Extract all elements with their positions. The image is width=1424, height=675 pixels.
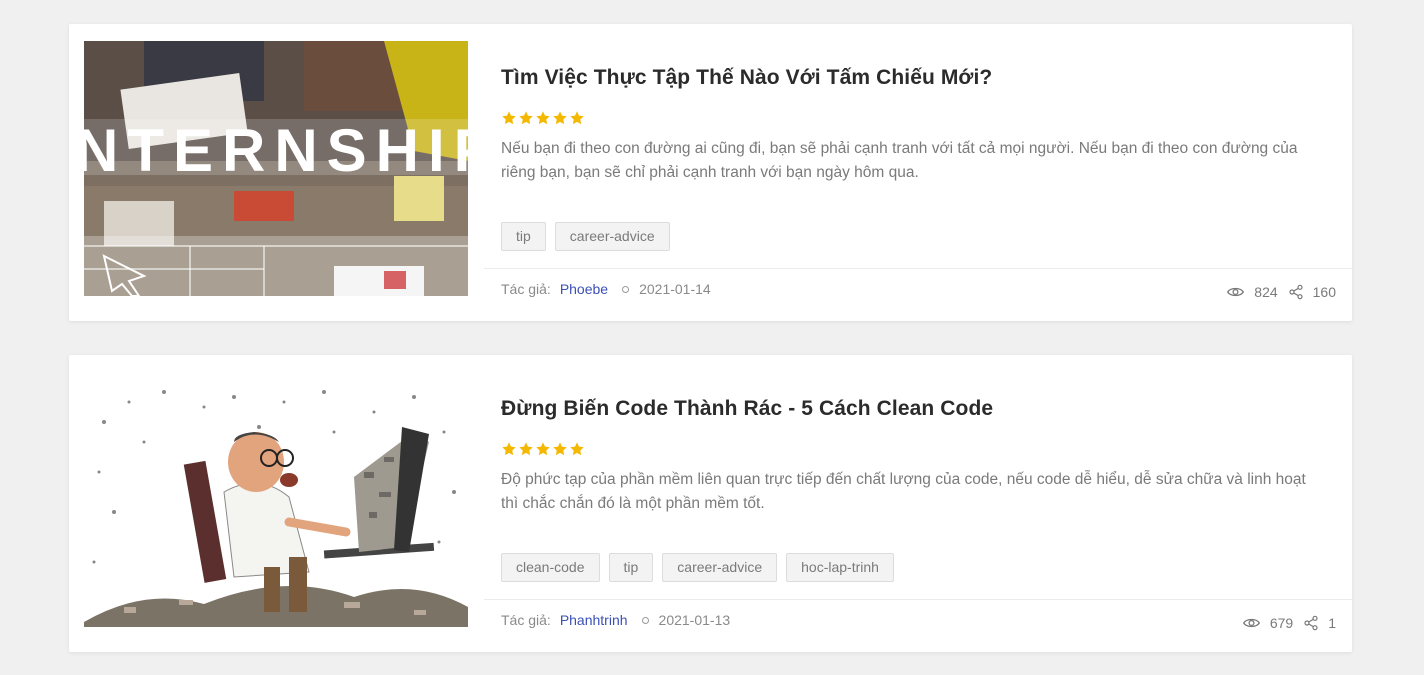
tag-career-advice[interactable]: career-advice bbox=[554, 222, 670, 251]
star-icon bbox=[519, 111, 533, 125]
post-stats: 679 1 bbox=[1242, 615, 1336, 631]
post-card: INTERNSHIP Tìm Việc Thực Tập Thế Nào Với… bbox=[69, 24, 1352, 321]
post-thumbnail-internship[interactable]: INTERNSHIP bbox=[84, 41, 468, 296]
star-icon bbox=[570, 442, 584, 456]
divider bbox=[484, 268, 1352, 269]
tag-tip[interactable]: tip bbox=[501, 222, 546, 251]
view-count: 679 bbox=[1269, 615, 1294, 631]
internship-image: INTERNSHIP bbox=[84, 41, 468, 296]
star-icon bbox=[536, 442, 550, 456]
star-icon bbox=[519, 442, 533, 456]
share-icon[interactable] bbox=[1288, 284, 1304, 300]
star-icon bbox=[553, 111, 567, 125]
post-body: Đừng Biến Code Thành Rác - 5 Cách Clean … bbox=[484, 355, 1352, 652]
tag-clean-code[interactable]: clean-code bbox=[501, 553, 600, 582]
author-label: Tác giả: bbox=[501, 612, 551, 628]
eye-icon bbox=[1242, 618, 1260, 628]
tag-tip[interactable]: tip bbox=[608, 553, 654, 582]
post-title[interactable]: Đừng Biến Code Thành Rác - 5 Cách Clean … bbox=[501, 397, 993, 421]
post-stats: 824 160 bbox=[1227, 284, 1336, 300]
tag-hoc-lap-trinh[interactable]: hoc-lap-trinh bbox=[786, 553, 894, 582]
star-icon bbox=[502, 111, 516, 125]
tag-list: clean-code tip career-advice hoc-lap-tri… bbox=[501, 553, 894, 582]
rating-stars bbox=[501, 441, 585, 457]
programmer-illustration bbox=[84, 372, 468, 627]
author-link[interactable]: Phoebe bbox=[560, 281, 608, 297]
star-icon bbox=[502, 442, 516, 456]
post-excerpt: Nếu bạn đi theo con đường ai cũng đi, bạ… bbox=[501, 140, 1298, 181]
author-link[interactable]: Phanhtrinh bbox=[560, 612, 628, 628]
view-count: 824 bbox=[1254, 284, 1278, 300]
post-meta: Tác giả: Phanhtrinh 2021-01-13 bbox=[501, 612, 730, 628]
share-count: 160 bbox=[1312, 284, 1336, 300]
separator-dot bbox=[622, 285, 630, 293]
post-body: Tìm Việc Thực Tập Thế Nào Với Tấm Chiếu … bbox=[484, 24, 1352, 321]
post-thumbnail-clean-code[interactable] bbox=[84, 372, 468, 627]
post-date: 2021-01-14 bbox=[639, 281, 711, 297]
tag-list: tip career-advice bbox=[501, 222, 670, 251]
share-count: 1 bbox=[1328, 615, 1336, 631]
post-date: 2021-01-13 bbox=[658, 612, 731, 628]
tag-career-advice[interactable]: career-advice bbox=[662, 553, 778, 582]
author-label: Tác giả: bbox=[501, 281, 551, 297]
share-icon[interactable] bbox=[1303, 615, 1319, 631]
rating-stars bbox=[501, 110, 585, 126]
post-title[interactable]: Tìm Việc Thực Tập Thế Nào Với Tấm Chiếu … bbox=[501, 66, 992, 90]
separator-dot bbox=[641, 616, 649, 624]
star-icon bbox=[570, 111, 584, 125]
internship-image-text: INTERNSHIP bbox=[84, 117, 468, 184]
eye-icon bbox=[1227, 287, 1245, 297]
divider bbox=[484, 599, 1352, 600]
star-icon bbox=[553, 442, 567, 456]
post-meta: Tác giả: Phoebe 2021-01-14 bbox=[501, 281, 711, 297]
star-icon bbox=[536, 111, 550, 125]
post-card: Đừng Biến Code Thành Rác - 5 Cách Clean … bbox=[69, 355, 1352, 652]
post-excerpt: Độ phức tạp của phần mềm liên quan trực … bbox=[501, 471, 1306, 512]
